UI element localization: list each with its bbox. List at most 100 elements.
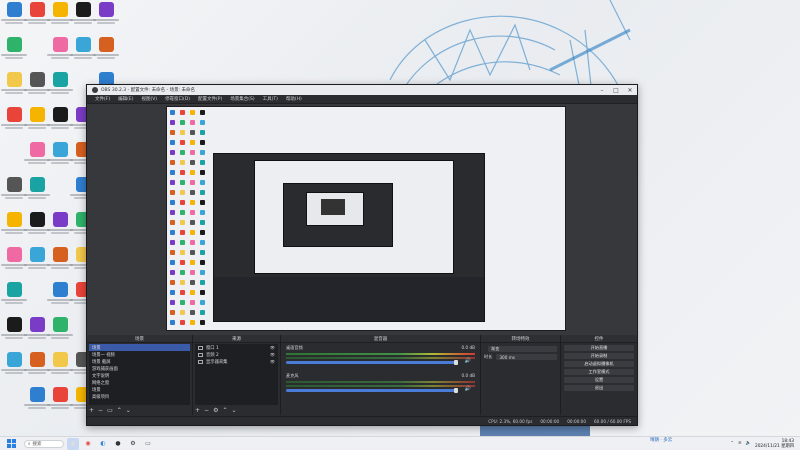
desktop-icon[interactable] — [47, 212, 73, 246]
desktop-icon[interactable] — [24, 107, 50, 141]
obs-window[interactable]: OBS 30.2.3 - 配置文件: 未命名 - 场景: 未命名 – □ ✕ 文… — [86, 84, 638, 426]
desktop-icon[interactable] — [47, 2, 73, 36]
add-source-icon[interactable]: + — [195, 407, 200, 414]
desktop-icon[interactable] — [24, 212, 50, 246]
desktop-icon[interactable] — [1, 107, 27, 141]
desktop-icon[interactable] — [47, 282, 73, 316]
scene-item[interactable]: 场景 — [89, 386, 190, 393]
desktop-icon[interactable] — [70, 37, 96, 71]
start-button[interactable] — [4, 437, 18, 450]
desktop-icon[interactable] — [47, 352, 73, 386]
menu-help[interactable]: 帮助(H) — [282, 96, 306, 102]
chrome-icon[interactable]: ◉ — [82, 438, 94, 450]
desktop-icon[interactable] — [1, 72, 27, 106]
desktop-icon[interactable] — [93, 2, 119, 36]
title-bar[interactable]: OBS 30.2.3 - 配置文件: 未命名 - 场景: 未命名 – □ ✕ — [87, 85, 637, 95]
start-streaming-button[interactable]: 开始直播 — [564, 345, 634, 351]
source-item[interactable]: 窗口 1 👁 — [195, 344, 278, 351]
visibility-icon[interactable]: 👁 — [270, 345, 275, 350]
minimize-icon[interactable]: – — [595, 85, 609, 95]
maximize-icon[interactable]: □ — [609, 85, 623, 95]
desktop-icon[interactable] — [24, 247, 50, 281]
edge-icon[interactable]: ◐ — [97, 438, 109, 450]
preview-canvas[interactable] — [166, 106, 566, 331]
task-view-icon[interactable]: ▣ — [67, 437, 79, 450]
desktop-icon[interactable] — [24, 177, 50, 211]
move-down-icon[interactable]: ⌄ — [126, 407, 131, 414]
desktop-icon[interactable] — [47, 107, 73, 141]
steam-icon[interactable]: ⚙ — [127, 438, 139, 450]
remove-scene-icon[interactable]: − — [98, 407, 103, 414]
scenes-list[interactable]: 场景 场景一 视频 场景 截屏 游戏捕获画面 文字说明 网络之窗 场景 高级项目 — [89, 344, 190, 405]
sources-list[interactable]: 窗口 1 👁 音频 2 👁 显示器采集 👁 — [195, 344, 278, 405]
clock[interactable]: 18:43 2024/11/21 星期四 — [755, 439, 794, 449]
studio-mode-button[interactable]: 工作室模式 — [564, 369, 634, 375]
scene-item[interactable]: 游戏捕获画面 — [89, 365, 190, 372]
desktop-icon[interactable] — [1, 317, 27, 351]
visibility-icon[interactable]: 👁 — [270, 359, 275, 364]
scene-item[interactable]: 文字说明 — [89, 372, 190, 379]
menu-scene-collection[interactable]: 场景集合(S) — [226, 96, 258, 102]
preview-area[interactable] — [87, 104, 637, 335]
move-up-icon[interactable]: ⌃ — [222, 407, 227, 414]
virtual-camera-button[interactable]: 启动虚拟摄像机 — [564, 361, 634, 367]
taskbar-search[interactable]: ⌕ 搜索 — [24, 439, 64, 448]
scene-item[interactable]: 高级项目 — [89, 393, 190, 400]
scene-item[interactable]: 网络之窗 — [89, 379, 190, 386]
menu-docks[interactable]: 停靠窗口(D) — [161, 96, 194, 102]
volume-icon[interactable]: 🔈 — [746, 441, 751, 446]
visibility-icon[interactable]: 👁 — [270, 352, 275, 357]
desktop-icon[interactable] — [1, 212, 27, 246]
weather-widget[interactable]: 晴朗 · 多云 — [650, 437, 672, 443]
menu-profile[interactable]: 配置文件(P) — [194, 96, 226, 102]
mute-icon[interactable]: 🔊 — [465, 386, 471, 392]
scene-item[interactable]: 场景 — [89, 344, 190, 351]
settings-button[interactable]: 设置 — [564, 377, 634, 383]
desktop-icon[interactable] — [1, 282, 27, 316]
remove-source-icon[interactable]: − — [204, 407, 209, 414]
wifi-icon[interactable]: ≋ — [738, 441, 742, 446]
desktop-icon[interactable] — [47, 317, 73, 351]
move-down-icon[interactable]: ⌄ — [231, 407, 236, 414]
source-item[interactable]: 显示器采集 👁 — [195, 358, 278, 365]
desktop-icon[interactable] — [24, 317, 50, 351]
volume-slider[interactable] — [286, 388, 458, 393]
folder-icon[interactable]: ▭ — [142, 438, 154, 450]
mute-icon[interactable]: 🔊 — [465, 358, 471, 364]
menu-view[interactable]: 视图(V) — [137, 96, 161, 102]
transition-select[interactable]: 渐变 — [481, 345, 560, 353]
volume-slider[interactable] — [286, 360, 458, 365]
desktop-icon[interactable] — [24, 2, 50, 36]
add-scene-icon[interactable]: + — [89, 407, 94, 414]
source-settings-icon[interactable]: ⚙ — [213, 407, 218, 414]
desktop-icon[interactable] — [1, 352, 27, 386]
close-icon[interactable]: ✕ — [623, 85, 637, 95]
transition-duration[interactable]: 时长 300 ms — [481, 353, 560, 361]
source-item[interactable]: 音频 2 👁 — [195, 351, 278, 358]
start-recording-button[interactable]: 开始录制 — [564, 353, 634, 359]
desktop-icon[interactable] — [47, 72, 73, 106]
desktop-icon[interactable] — [24, 142, 50, 176]
desktop-icon[interactable] — [93, 37, 119, 71]
scene-filter-icon[interactable]: ▭ — [107, 407, 113, 414]
desktop-icon[interactable] — [24, 72, 50, 106]
desktop-icon[interactable] — [47, 142, 73, 176]
desktop-icon[interactable] — [24, 352, 50, 386]
obs-icon[interactable]: ● — [112, 438, 124, 450]
desktop-icon[interactable] — [24, 387, 50, 421]
scene-item[interactable]: 场景一 视频 — [89, 351, 190, 358]
desktop-icon[interactable] — [47, 37, 73, 71]
menu-file[interactable]: 文件(F) — [91, 96, 114, 102]
menu-tools[interactable]: 工具(T) — [259, 96, 282, 102]
scene-item[interactable]: 场景 截屏 — [89, 358, 190, 365]
desktop-icon[interactable] — [70, 2, 96, 36]
tray-expand-icon[interactable]: ⌃ — [730, 441, 734, 446]
move-up-icon[interactable]: ⌃ — [117, 407, 122, 414]
desktop-icon[interactable] — [1, 177, 27, 211]
desktop-icon[interactable] — [1, 247, 27, 281]
desktop-icon[interactable] — [47, 387, 73, 421]
desktop-icon[interactable] — [47, 247, 73, 281]
menu-edit[interactable]: 编辑(E) — [114, 96, 137, 102]
exit-button[interactable]: 退出 — [564, 385, 634, 391]
desktop-icon[interactable] — [1, 37, 27, 71]
